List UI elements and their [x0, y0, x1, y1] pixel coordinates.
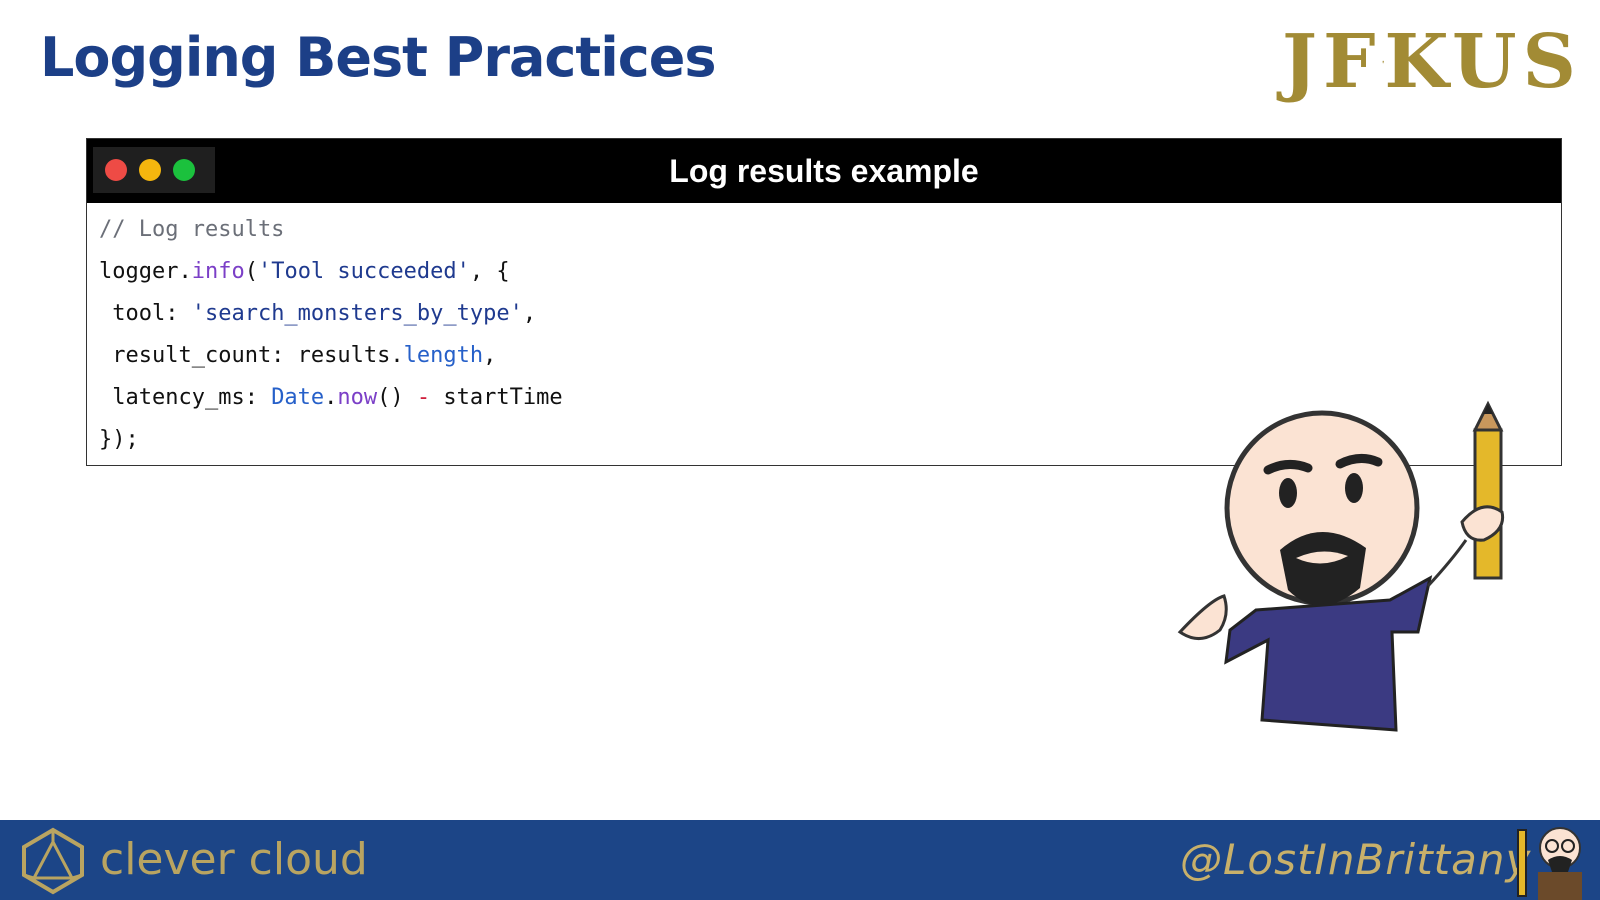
- code-line-comment: // Log results: [99, 217, 285, 242]
- code-token-function: now: [337, 385, 378, 410]
- code-token: tool:: [99, 301, 192, 326]
- code-line-result-count: result_count: results.length,: [99, 335, 1561, 377]
- clever-cloud-brand: clever cloud: [100, 834, 368, 885]
- code-token-function: info: [191, 259, 245, 284]
- footer-bar: clever cloud @LostInBrittany: [0, 820, 1600, 900]
- code-token: (): [377, 385, 417, 410]
- code-line-logger: logger.info('Tool succeeded', {: [99, 251, 1561, 293]
- code-token-string: 'Tool succeeded': [257, 259, 470, 284]
- footer-avatar-icon: [1517, 827, 1582, 900]
- code-token: ,: [483, 343, 497, 368]
- code-token: logger.: [99, 259, 192, 284]
- code-token: result_count: results.: [99, 343, 404, 368]
- jfokus-logo-right: KUS: [1384, 19, 1582, 105]
- code-token: .: [324, 385, 338, 410]
- code-token: , {: [469, 259, 510, 284]
- code-line-tool: tool: 'search_monsters_by_type',: [99, 293, 1561, 335]
- code-token-string: 'search_monsters_by_type': [191, 301, 523, 326]
- twitter-handle: @LostInBrittany: [1180, 835, 1532, 884]
- code-token-class: Date: [271, 385, 325, 410]
- avatar-illustration: [1177, 400, 1505, 732]
- slide-title: Logging Best Practices: [40, 26, 717, 89]
- jfokus-logo-left: JF: [1282, 19, 1382, 105]
- code-token: (: [244, 259, 258, 284]
- clever-cloud-logo-icon: [22, 827, 84, 895]
- code-token: startTime: [430, 385, 563, 410]
- window-title: Log results example: [669, 153, 979, 189]
- code-token-property: length: [403, 343, 484, 368]
- code-token-operator: -: [416, 385, 431, 410]
- window-titlebar: Log results example: [87, 139, 1561, 203]
- jfokus-logo: JF KUS: [1282, 18, 1582, 106]
- code-token: ,: [522, 301, 537, 326]
- code-token: latency_ms:: [99, 385, 272, 410]
